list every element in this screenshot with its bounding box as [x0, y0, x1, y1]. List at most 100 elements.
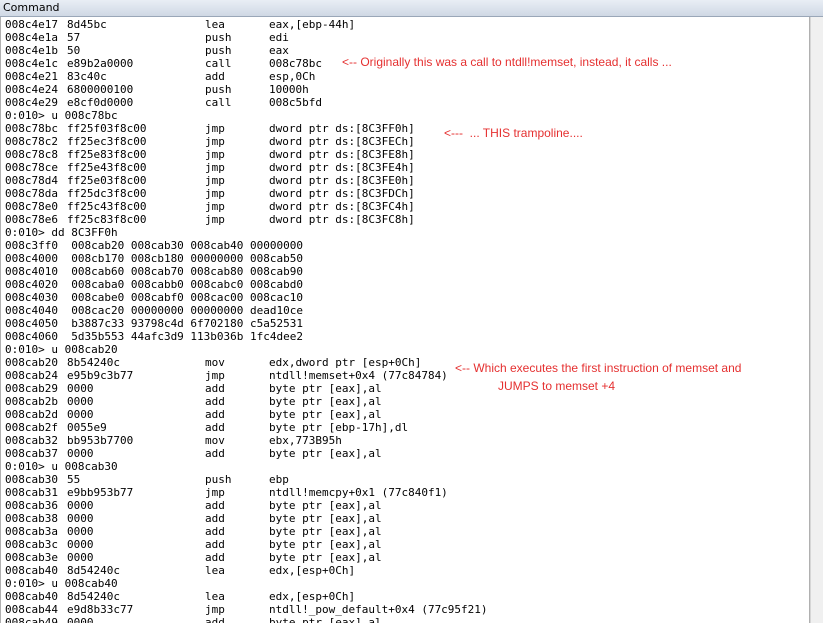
- operands: edx,dword ptr [esp+0Ch]: [269, 356, 422, 369]
- address: 008c4e1c: [5, 57, 58, 70]
- address: 008c78c2: [5, 135, 58, 148]
- mnemonic: jmp: [205, 135, 225, 148]
- opcode-bytes: 0000: [67, 512, 94, 525]
- opcode-bytes: ff25c83f8c00: [67, 213, 147, 226]
- line-text: 008c4000 008cb170 008cb180 00000000 008c…: [5, 252, 304, 265]
- opcode-bytes: 0000: [67, 447, 94, 460]
- address: 008cab49: [5, 616, 58, 623]
- opcode-bytes: ff25dc3f8c00: [67, 187, 147, 200]
- address: 008cab44: [5, 603, 58, 616]
- address: 008cab37: [5, 447, 58, 460]
- operands: ntdll!memcpy+0x1 (77c840f1): [269, 486, 448, 499]
- mnemonic: jmp: [205, 148, 225, 161]
- operands: 10000h: [269, 83, 309, 96]
- operands: esp,0Ch: [269, 70, 316, 83]
- mnemonic: add: [205, 395, 225, 408]
- line-text: 008c4010 008cab60 008cab70 008cab80 008c…: [5, 265, 304, 278]
- address: 008cab32: [5, 434, 58, 447]
- mnemonic: call: [205, 57, 232, 70]
- opcode-bytes: ff25ec3f8c00: [67, 135, 147, 148]
- operands: ntdll!memset+0x4 (77c84784): [269, 369, 448, 382]
- vertical-scrollbar[interactable]: [810, 17, 823, 623]
- operands: ntdll!_pow_default+0x4 (77c95f21): [269, 603, 488, 616]
- address: 008c78e0: [5, 200, 58, 213]
- opcode-bytes: 0000: [67, 395, 94, 408]
- opcode-bytes: 0000: [67, 499, 94, 512]
- operands: byte ptr [eax],al: [269, 616, 382, 623]
- address: 008cab29: [5, 382, 58, 395]
- mnemonic: jmp: [205, 161, 225, 174]
- mnemonic: jmp: [205, 486, 225, 499]
- operands: byte ptr [ebp-17h],dl: [269, 421, 409, 434]
- operands: ebx,773B95h: [269, 434, 342, 447]
- address: 008c4e1b: [5, 44, 58, 57]
- mnemonic: add: [205, 421, 225, 434]
- address: 008cab2f: [5, 421, 58, 434]
- mnemonic: lea: [205, 18, 225, 31]
- operands: byte ptr [eax],al: [269, 408, 382, 421]
- mnemonic: jmp: [205, 369, 225, 382]
- address: 008cab38: [5, 512, 58, 525]
- operands: 008c5bfd: [269, 96, 322, 109]
- operands: dword ptr ds:[8C3FDCh]: [269, 187, 415, 200]
- line-text: 0:010> dd 8C3FF0h: [5, 226, 118, 239]
- mnemonic: add: [205, 499, 225, 512]
- line-text: 008c4020 008cabа0 008cabb0 008cabc0 008c…: [5, 278, 304, 291]
- address: 008c4e29: [5, 96, 58, 109]
- operands: eax: [269, 44, 289, 57]
- operands: dword ptr ds:[8C3FC8h]: [269, 213, 415, 226]
- opcode-bytes: 8d45bc: [67, 18, 107, 31]
- mnemonic: push: [205, 83, 232, 96]
- annotation-memset-note-line2: JUMPS to memset +4: [498, 379, 616, 393]
- mnemonic: add: [205, 551, 225, 564]
- opcode-bytes: 0000: [67, 525, 94, 538]
- mnemonic: jmp: [205, 200, 225, 213]
- operands: byte ptr [eax],al: [269, 382, 382, 395]
- address: 008cab2d: [5, 408, 58, 421]
- opcode-bytes: ff25e83f8c00: [67, 148, 147, 161]
- operands: byte ptr [eax],al: [269, 499, 382, 512]
- opcode-bytes: 8d54240c: [67, 564, 120, 577]
- mnemonic: jmp: [205, 187, 225, 200]
- address: 008c78da: [5, 187, 58, 200]
- mnemonic: add: [205, 616, 225, 623]
- operands: dword ptr ds:[8C3FECh]: [269, 135, 415, 148]
- address: 008cab3a: [5, 525, 58, 538]
- address: 008c78d4: [5, 174, 58, 187]
- mnemonic: call: [205, 96, 232, 109]
- opcode-bytes: e8cf0d0000: [67, 96, 134, 109]
- line-text: 008c4030 008cabe0 008cabf0 008cac00 008c…: [5, 291, 304, 304]
- address: 008cab3e: [5, 551, 58, 564]
- opcode-bytes: bb953b7700: [67, 434, 134, 447]
- annotation-call-note: <-- Originally this was a call to ntdll!…: [342, 55, 672, 69]
- command-output[interactable]: 008c4e17 8d45bc lea eax,[ebp-44h] 008c4e1a 57…: [0, 17, 810, 623]
- mnemonic: add: [205, 525, 225, 538]
- address: 008cab40: [5, 564, 58, 577]
- operands: dword ptr ds:[8C3FE4h]: [269, 161, 415, 174]
- opcode-bytes: 8d54240c: [67, 590, 120, 603]
- address: 008cab3c: [5, 538, 58, 551]
- opcode-bytes: 8b54240c: [67, 356, 120, 369]
- opcode-bytes: 50: [67, 44, 81, 57]
- operands: 008c78bc: [269, 57, 322, 70]
- address: 008cab24: [5, 369, 58, 382]
- opcode-bytes: 57: [67, 31, 81, 44]
- operands: byte ptr [eax],al: [269, 525, 382, 538]
- opcode-bytes: 0000: [67, 408, 94, 421]
- address: 008c4e1a: [5, 31, 58, 44]
- mnemonic: push: [205, 31, 232, 44]
- line-text: 0:010> u 008c78bc: [5, 109, 118, 122]
- opcode-bytes: ff25c43f8c00: [67, 200, 147, 213]
- operands: dword ptr ds:[8C3FF0h]: [269, 122, 415, 135]
- line-text: 0:010> u 008cab40: [5, 577, 118, 590]
- address: 008cab20: [5, 356, 58, 369]
- mnemonic: push: [205, 44, 232, 57]
- opcode-bytes: 83c40c: [67, 70, 107, 83]
- line-text: 008c4050 b3887c33 93798c4d 6f702180 c5a5…: [5, 317, 304, 330]
- mnemonic: jmp: [205, 174, 225, 187]
- annotation-trampoline-note: <--- ... THIS trampoline....: [444, 126, 583, 140]
- mnemonic: mov: [205, 434, 225, 447]
- address: 008c78e6: [5, 213, 58, 226]
- operands: eax,[ebp-44h]: [269, 18, 356, 31]
- address: 008c78bc: [5, 122, 58, 135]
